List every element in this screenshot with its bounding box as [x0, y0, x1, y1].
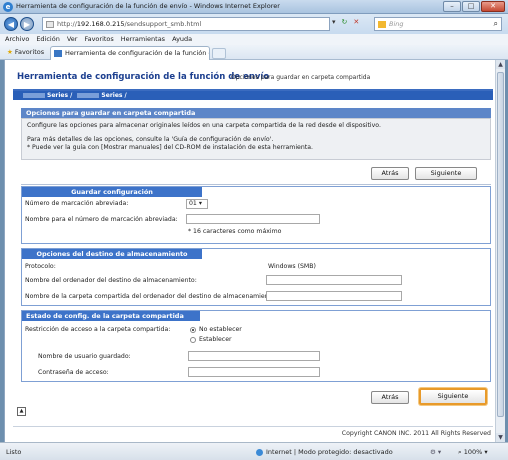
- app-header: Herramienta de configuración de la funci…: [13, 65, 493, 89]
- browser-tab[interactable]: Herramienta de configuración de la funci…: [50, 46, 210, 60]
- breadcrumb: Series / Series /: [13, 91, 493, 100]
- window-controls: – □ ✕: [443, 1, 505, 12]
- intro-line-3: * Puede ver la guía con [Mostrar manuale…: [27, 144, 313, 151]
- back-button-bottom[interactable]: Atrás: [371, 391, 409, 404]
- menu-favoritos[interactable]: Favoritos: [84, 34, 113, 45]
- abbrev-number-label: Número de marcación abreviada:: [25, 200, 129, 207]
- dropdown-arrow-icon[interactable]: ▾: [332, 18, 336, 26]
- search-icon[interactable]: ⌕: [494, 19, 498, 29]
- close-icon[interactable]: ✕: [481, 1, 505, 12]
- favorites-bar: ★ Favoritos Herramienta de configuración …: [0, 45, 508, 60]
- footer-divider: [13, 426, 493, 427]
- menu-ver[interactable]: Ver: [67, 34, 78, 45]
- star-icon: ★: [7, 48, 13, 56]
- refresh-icon[interactable]: ↻: [342, 18, 348, 26]
- save-config-section: Guardar configuración Número de marcació…: [21, 186, 491, 244]
- page-viewport: Herramienta de configuración de la funci…: [4, 60, 495, 442]
- zoom-icon: ⌕: [458, 448, 462, 456]
- menu-ayuda[interactable]: Ayuda: [172, 34, 192, 45]
- user-name-label: Nombre de usuario guardado:: [38, 353, 131, 360]
- save-config-title: Guardar configuración: [22, 187, 202, 197]
- shared-folder-label: Nombre de la carpeta compartida del orde…: [25, 293, 277, 300]
- intro-line-2: Para más detalles de las opciones, consu…: [27, 136, 274, 143]
- forward-arrow-icon[interactable]: ▶: [20, 17, 34, 31]
- maximize-icon[interactable]: □: [462, 1, 480, 12]
- protected-mode-icon[interactable]: ⚙ ▾: [430, 448, 441, 456]
- tab-label: Herramienta de configuración de la funci…: [65, 49, 209, 57]
- protocol-value: Windows (SMB): [268, 263, 316, 270]
- navigation-bar: ◀ ▶ http://192.168.0.215/sendsupport_smb…: [0, 14, 508, 34]
- window-titlebar: e Herramienta de configuración de la fun…: [0, 0, 508, 14]
- menu-archivo[interactable]: Archivo: [5, 34, 29, 45]
- shared-folder-field[interactable]: [266, 291, 402, 301]
- minimize-icon[interactable]: –: [443, 1, 461, 12]
- status-text: Listo: [6, 448, 22, 456]
- scroll-to-top-icon[interactable]: ▲: [17, 407, 26, 416]
- menu-herramientas[interactable]: Herramientas: [121, 34, 165, 45]
- divider-top: [21, 184, 491, 185]
- folder-state-section: Estado de config. de la carpeta comparti…: [21, 310, 491, 382]
- option-no-set-label: No establecer: [199, 326, 242, 333]
- address-url: http://192.168.0.215/sendsupport_smb.htm…: [57, 20, 202, 28]
- next-button-top[interactable]: Siguiente: [415, 167, 477, 180]
- host-name-field[interactable]: [266, 275, 402, 285]
- intro-panel: Configure las opciones para almacenar or…: [21, 118, 491, 160]
- stop-icon[interactable]: ✕: [353, 18, 359, 26]
- address-tools: ▾ ↻ ✕: [332, 18, 359, 26]
- radio-set[interactable]: [190, 337, 196, 343]
- page-favicon-icon: [46, 21, 54, 28]
- abbrev-name-label: Nombre para el número de marcación abrev…: [25, 216, 178, 223]
- favorites-button[interactable]: ★ Favoritos: [4, 47, 47, 58]
- security-zone: Internet | Modo protegido: desactivado: [256, 448, 393, 456]
- globe-icon: [256, 448, 263, 456]
- bing-icon: [378, 21, 386, 28]
- back-button-top[interactable]: Atrás: [371, 167, 409, 180]
- window-title: Herramienta de configuración de la funci…: [16, 2, 280, 10]
- scroll-up-icon[interactable]: ▲: [496, 60, 505, 69]
- abbrev-name-field[interactable]: [186, 214, 320, 224]
- intro-heading: Opciones para guardar en carpeta compart…: [21, 108, 491, 118]
- next-button-bottom[interactable]: Siguiente: [419, 388, 487, 405]
- user-name-field[interactable]: [188, 351, 320, 361]
- menu-edicion[interactable]: Edición: [36, 34, 60, 45]
- protocol-label: Protocolo:: [25, 263, 56, 270]
- copyright: Copyright CANON INC. 2011 All Rights Res…: [341, 430, 491, 437]
- menu-bar: Archivo Edición Ver Favoritos Herramient…: [0, 34, 508, 45]
- tab-favicon-icon: [54, 50, 62, 57]
- ie-logo-icon: e: [3, 2, 13, 12]
- new-tab-button[interactable]: [212, 48, 226, 59]
- radio-no-set[interactable]: [190, 327, 196, 333]
- scroll-thumb[interactable]: [497, 72, 504, 417]
- abbrev-number-select[interactable]: 01 ▾: [186, 199, 208, 209]
- scroll-down-icon[interactable]: ▼: [496, 433, 505, 442]
- zoom-level[interactable]: ⌕ 100% ▾: [458, 448, 488, 457]
- option-set-label: Establecer: [199, 336, 232, 343]
- password-field[interactable]: [188, 367, 320, 377]
- status-bar: Listo Internet | Modo protegido: desacti…: [0, 442, 508, 460]
- vertical-scrollbar[interactable]: ▲ ▼: [495, 60, 505, 442]
- access-restriction-label: Restricción de acceso a la carpeta compa…: [25, 326, 171, 333]
- search-box[interactable]: Bing ⌕: [374, 17, 502, 31]
- password-label: Contraseña de acceso:: [38, 369, 109, 376]
- address-bar[interactable]: http://192.168.0.215/sendsupport_smb.htm…: [42, 17, 330, 31]
- redacted-model-1: [23, 93, 45, 98]
- abbrev-name-hint: * 16 caracteres como máximo: [188, 228, 282, 235]
- host-name-label: Nombre del ordenador del destino de alma…: [25, 277, 197, 284]
- redacted-model-2: [77, 93, 100, 98]
- search-placeholder: Bing: [389, 20, 404, 28]
- app-subtitle: Opciones para guardar en carpeta compart…: [231, 74, 371, 81]
- folder-state-title: Estado de config. de la carpeta comparti…: [22, 311, 200, 321]
- storage-destination-section: Opciones del destino de almacenamiento P…: [21, 248, 491, 306]
- back-arrow-icon[interactable]: ◀: [4, 17, 18, 31]
- intro-line-1: Configure las opciones para almacenar or…: [27, 122, 381, 129]
- storage-destination-title: Opciones del destino de almacenamiento: [22, 249, 202, 259]
